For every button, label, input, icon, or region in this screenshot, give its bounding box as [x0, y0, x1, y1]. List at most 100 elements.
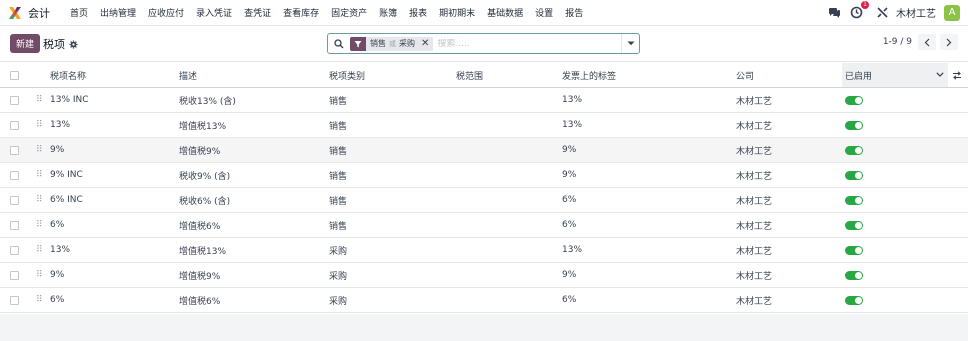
filter-icon — [350, 36, 366, 51]
drag-handle-icon[interactable]: ⠿ — [36, 213, 43, 237]
app-name[interactable]: 会计 — [28, 5, 50, 21]
top-navbar: 会计 首页 出纳管理 应收应付 录入凭证 查凭证 查看库存 固定资产 账簿 报表… — [0, 0, 968, 26]
table-row[interactable]: ⠿ 6% 增值税6% 销售 6% 木材工艺 — [0, 213, 968, 238]
activity-clock-icon[interactable]: 1 — [849, 0, 869, 20]
table-row[interactable]: ⠿ 9% INC 税收9% (含) 销售 9% 木材工艺 — [0, 163, 968, 188]
row-checkbox[interactable] — [10, 145, 19, 155]
cell-invoice-label: 9% — [562, 270, 577, 280]
cell-tax-type: 销售 — [329, 146, 348, 157]
menu-item-cashier[interactable]: 出纳管理 — [94, 6, 142, 19]
chat-icon[interactable] — [828, 7, 841, 19]
cell-tax-type: 销售 — [329, 96, 348, 107]
menu-item-fixed-assets[interactable]: 固定资产 — [325, 6, 373, 19]
row-checkbox[interactable] — [10, 245, 19, 255]
table-row[interactable]: ⠿ 6% INC 税收6% (含) 销售 6% 木材工艺 — [0, 188, 968, 213]
table-row[interactable]: ⠿ 13% 增值税13% 采购 13% 木材工艺 — [0, 238, 968, 263]
gear-icon[interactable] — [69, 39, 78, 49]
breadcrumb: 税项 — [43, 36, 78, 52]
facet-value-purchase: 采购 — [399, 39, 415, 48]
column-header-tax-type[interactable]: 税项类别 — [329, 63, 365, 87]
drag-handle-icon[interactable]: ⠿ — [36, 88, 43, 112]
new-button[interactable]: 新建 — [10, 34, 41, 53]
cell-description: 税收9% (含) — [179, 171, 231, 182]
cell-description: 增值税13% — [179, 121, 227, 132]
facet-remove-icon[interactable]: ✕ — [419, 38, 433, 49]
column-header-invoice-label[interactable]: 发票上的标签 — [562, 63, 616, 87]
cell-company: 木材工艺 — [736, 296, 773, 307]
column-header-company[interactable]: 公司 — [736, 63, 754, 87]
cell-name: 13% — [50, 245, 71, 255]
chevron-down-icon[interactable] — [936, 70, 944, 80]
drag-handle-icon[interactable]: ⠿ — [36, 138, 43, 162]
row-checkbox[interactable] — [10, 170, 19, 180]
optional-columns-icon[interactable] — [952, 63, 962, 87]
table-row[interactable]: ⠿ 9% 增值税9% 销售 9% 木材工艺 — [0, 138, 968, 163]
menu-item-period[interactable]: 期初期末 — [433, 6, 481, 19]
row-checkbox[interactable] — [10, 95, 19, 105]
drag-handle-icon[interactable]: ⠿ — [36, 263, 43, 287]
company-switcher[interactable]: 木材工艺 — [896, 5, 936, 20]
row-checkbox[interactable] — [10, 295, 19, 305]
app-logo-icon[interactable] — [8, 6, 22, 20]
active-toggle[interactable] — [845, 95, 863, 105]
drag-handle-icon[interactable]: ⠿ — [36, 288, 43, 312]
table-row[interactable]: ⠿ 13% INC 税收13% (含) 销售 13% 木材工艺 — [0, 88, 968, 113]
avatar[interactable]: A — [944, 4, 960, 21]
active-toggle[interactable] — [845, 120, 863, 130]
row-checkbox[interactable] — [10, 120, 19, 130]
facet-or-label: 或 — [389, 39, 396, 48]
row-checkbox[interactable] — [10, 220, 19, 230]
menu-item-inventory[interactable]: 查看库存 — [277, 6, 325, 19]
pager: 1-9 / 9 — [883, 34, 958, 50]
menu-item-reporting[interactable]: 报告 — [559, 6, 589, 19]
cell-tax-type: 采购 — [329, 246, 348, 257]
select-all-checkbox[interactable] — [10, 70, 19, 80]
row-checkbox[interactable] — [10, 195, 19, 205]
menu-item-ledger[interactable]: 账簿 — [373, 6, 403, 19]
active-toggle[interactable] — [845, 295, 863, 305]
cell-invoice-label: 6% — [562, 220, 577, 230]
cell-name: 6% — [50, 295, 65, 305]
pager-previous-button[interactable] — [918, 34, 936, 50]
drag-handle-icon[interactable]: ⠿ — [36, 113, 43, 137]
column-header-name[interactable]: 税项名称 — [50, 63, 86, 87]
cell-company: 木材工艺 — [736, 146, 773, 157]
active-toggle[interactable] — [845, 195, 863, 205]
drag-handle-icon[interactable]: ⠿ — [36, 188, 43, 212]
cell-invoice-label: 6% — [562, 195, 577, 205]
search-input[interactable] — [437, 38, 588, 49]
row-checkbox[interactable] — [10, 270, 19, 280]
menu-item-home[interactable]: 首页 — [64, 6, 94, 19]
menu-item-master-data[interactable]: 基础数据 — [481, 6, 529, 19]
search-options-toggle[interactable] — [621, 34, 639, 53]
table-row[interactable]: ⠿ 13% 增值税13% 销售 13% 木材工艺 — [0, 113, 968, 138]
menu-item-receivable-payable[interactable]: 应收应付 — [142, 6, 190, 19]
pager-next-button[interactable] — [940, 34, 958, 50]
table-row[interactable]: ⠿ 9% 增值税9% 采购 9% 木材工艺 — [0, 263, 968, 288]
menu-item-enter-voucher[interactable]: 录入凭证 — [190, 6, 238, 19]
cell-name: 13% INC — [50, 95, 89, 105]
cell-company: 木材工艺 — [736, 121, 773, 132]
menu-item-query-voucher[interactable]: 查凭证 — [238, 6, 277, 19]
menu-item-settings[interactable]: 设置 — [529, 6, 559, 19]
pager-value[interactable]: 1-9 / 9 — [883, 37, 912, 47]
drag-handle-icon[interactable]: ⠿ — [36, 238, 43, 262]
column-header-tax-scope[interactable]: 税范围 — [456, 63, 483, 87]
active-toggle[interactable] — [845, 220, 863, 230]
active-toggle[interactable] — [845, 170, 863, 180]
table-row[interactable]: ⠿ 6% 增值税6% 采购 6% 木材工艺 — [0, 288, 968, 313]
column-header-active[interactable]: 已启用 — [842, 63, 948, 87]
main-menu: 首页 出纳管理 应收应付 录入凭证 查凭证 查看库存 固定资产 账簿 报表 期初… — [64, 6, 589, 19]
drag-handle-icon[interactable]: ⠿ — [36, 163, 43, 187]
active-toggle[interactable] — [845, 145, 863, 155]
column-header-active-label: 已启用 — [845, 71, 873, 82]
menu-item-reports[interactable]: 报表 — [403, 6, 433, 19]
column-header-description[interactable]: 描述 — [179, 63, 197, 87]
cell-tax-type: 销售 — [329, 121, 348, 132]
table-header: 税项名称 描述 税项类别 税范围 发票上的标签 公司 已启用 — [0, 63, 968, 88]
navbar-right: 1 木材工艺 A — [828, 0, 960, 21]
active-toggle[interactable] — [845, 270, 863, 280]
tools-icon[interactable] — [877, 7, 888, 18]
search-bar[interactable]: 销售 或 采购 ✕ — [327, 33, 640, 54]
active-toggle[interactable] — [845, 245, 863, 255]
